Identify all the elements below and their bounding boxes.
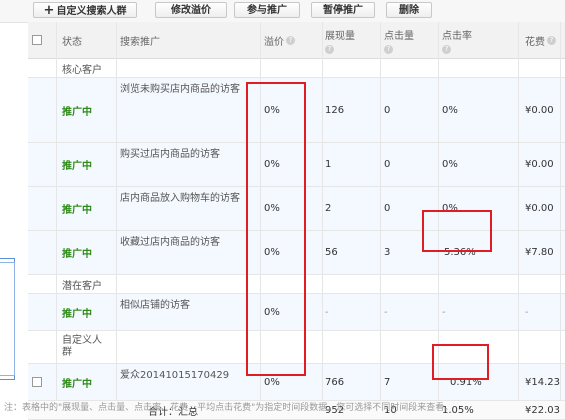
cost-value: ¥0.00: [525, 104, 554, 116]
group-row-core: 核心客户: [28, 59, 565, 78]
header-cost[interactable]: 花费?: [525, 22, 565, 58]
highlight-box-ctr-536: [422, 210, 492, 252]
select-all-checkbox[interactable]: [32, 35, 42, 45]
header-premium[interactable]: 溢价?: [264, 22, 322, 58]
highlight-box-premium-column: [246, 82, 306, 376]
ctr-value: 0%: [442, 159, 458, 170]
pause-promotion-button[interactable]: 暂停推广: [311, 2, 375, 18]
clicks-value: 0: [384, 159, 391, 170]
header-cost-label: 花费: [525, 36, 545, 48]
help-icon[interactable]: ?: [325, 44, 334, 54]
column-divider: [56, 22, 57, 400]
column-divider: [518, 22, 519, 400]
table-header: 状态 搜索推广 溢价? 展现量? 点击量? 点击率? 花费?: [28, 22, 565, 59]
side-panel-edge-inner: [0, 262, 15, 376]
help-icon[interactable]: ?: [442, 44, 451, 54]
crowd-name: 浏览未购买店内商品的访客: [120, 84, 240, 95]
group-label-potential: 潜在客户: [62, 280, 102, 292]
cost-value: ¥0.00: [525, 159, 554, 170]
clicks-value: 7: [384, 376, 391, 388]
crowd-name: 店内商品放入购物车的访客: [120, 193, 240, 204]
add-custom-crowd-label: 自定义搜索人群: [56, 6, 127, 17]
header-clicks[interactable]: 点击量?: [384, 22, 438, 58]
cost-value: -: [525, 306, 529, 318]
delete-button[interactable]: 删除: [386, 2, 432, 18]
header-ctr[interactable]: 点击率?: [442, 22, 514, 58]
impressions-value: 126: [325, 104, 345, 116]
ctr-value: -: [442, 306, 446, 318]
header-search-promo[interactable]: 搜索推广: [120, 22, 250, 58]
crowd-name: 相似店铺的访客: [120, 300, 190, 311]
clicks-value: 0: [384, 104, 391, 116]
help-icon[interactable]: ?: [286, 35, 295, 45]
add-custom-crowd-button[interactable]: + 自定义搜索人群: [33, 2, 137, 18]
status-badge: 推广中: [62, 106, 92, 118]
group-label-core: 核心客户: [62, 64, 102, 76]
column-divider: [116, 22, 117, 400]
group-label-custom: 自定义人群: [62, 335, 102, 358]
row-checkbox[interactable]: [32, 377, 42, 387]
status-badge: 推广中: [62, 249, 92, 260]
header-premium-label: 溢价: [264, 36, 284, 48]
header-impressions[interactable]: 展现量?: [325, 22, 381, 58]
join-promotion-button[interactable]: 参与推广: [234, 2, 300, 18]
crowd-name: 爱众20141015170429: [120, 370, 230, 381]
impressions-value: 2: [325, 203, 332, 214]
header-status[interactable]: 状态: [62, 22, 112, 58]
crowd-name: 购买过店内商品的访客: [120, 149, 220, 160]
clicks-value: -: [384, 306, 388, 318]
impressions-value: -: [325, 306, 329, 318]
highlight-box-ctr-091: [432, 344, 489, 380]
cost-value: ¥14.23: [525, 376, 560, 388]
status-badge: 推广中: [62, 205, 92, 216]
impressions-value: 56: [325, 247, 338, 258]
column-divider: [380, 22, 381, 400]
header-ctr-label: 点击率: [442, 30, 472, 42]
status-badge: 推广中: [62, 308, 92, 320]
cost-value: ¥7.80: [525, 247, 554, 258]
crowd-name: 收藏过店内商品的访客: [120, 237, 220, 248]
cost-value: ¥0.00: [525, 203, 554, 214]
modify-premium-button[interactable]: 修改溢价: [155, 2, 227, 18]
help-icon[interactable]: ?: [547, 35, 556, 45]
column-divider: [560, 22, 561, 400]
toolbar: + 自定义搜索人群 修改溢价 参与推广 暂停推广 删除: [0, 0, 565, 23]
impressions-value: 766: [325, 376, 345, 388]
ctr-value: 0%: [442, 104, 458, 116]
footer-note: 注：表格中的"展现量、点击量、点击率、花费、平均点击花费"为指定时间段数据，您可…: [4, 403, 454, 413]
status-badge: 推广中: [62, 161, 92, 172]
plus-icon: +: [43, 3, 55, 18]
column-divider: [322, 22, 323, 400]
help-icon[interactable]: ?: [384, 44, 393, 54]
status-badge: 推广中: [62, 378, 92, 390]
impressions-value: 1: [325, 159, 332, 170]
header-clicks-label: 点击量: [384, 30, 414, 42]
header-impressions-label: 展现量: [325, 30, 355, 42]
